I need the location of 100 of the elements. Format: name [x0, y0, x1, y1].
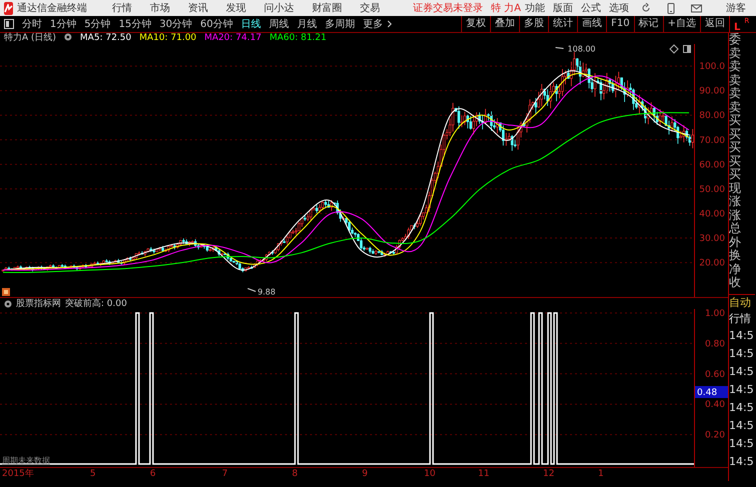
window-icon[interactable] [683, 45, 691, 53]
cursor-value-label: 0.48 [695, 386, 728, 398]
trade-time: 14:5 [729, 454, 755, 470]
price-axis-label: 50.00 [699, 184, 725, 195]
phone-icon[interactable] [667, 2, 676, 14]
menu-item[interactable]: 发现 [217, 0, 255, 16]
price-axis-label: 90.00 [699, 86, 725, 97]
trade-time: 14:5 [729, 418, 755, 434]
quote-field-label: 总 [729, 222, 742, 236]
ma-value: MA10: 71.00 [139, 33, 196, 44]
gear-icon[interactable] [4, 300, 12, 308]
ma-value: MA20: 74.17 [204, 33, 262, 44]
period-tab[interactable]: 日线 [236, 16, 265, 32]
indicator-reading: 突破前高: 0.00 [65, 298, 127, 310]
period-tab[interactable]: 周线 [264, 16, 293, 32]
quote-field-label: 现 [729, 182, 742, 195]
indicator-note: 周期未来数据 [2, 456, 50, 465]
quote-field-label: 换 [729, 249, 742, 262]
menu-item[interactable]: 问小达 [255, 0, 303, 16]
mail-icon[interactable] [691, 4, 702, 12]
menu-item[interactable]: 公式 [577, 0, 606, 16]
login-status[interactable]: 证券交易未登录 [413, 0, 483, 16]
quote-field-label: 买 [729, 141, 742, 154]
menu-item[interactable]: 版面 [549, 0, 578, 16]
toolbar-button[interactable]: 画线 [577, 16, 606, 32]
indicator-axis-label: 1.00 [704, 309, 725, 319]
period-tab[interactable]: 30分钟 [155, 16, 196, 32]
gear-icon[interactable] [64, 33, 72, 41]
toolbar-button[interactable]: 复权 [461, 16, 490, 32]
toolbar-button[interactable]: 多股 [519, 16, 548, 32]
quote-field-label: 卖 [729, 87, 742, 100]
panel-toggle-icon[interactable] [4, 19, 14, 29]
toolbar-button[interactable]: +自选 [662, 16, 700, 32]
price-axis-label: 80.00 [699, 111, 725, 122]
quote-field-label: 涨 [729, 195, 742, 208]
toolbar-button[interactable]: 标记 [634, 16, 663, 32]
toolbar-button[interactable]: 返回 [700, 16, 729, 32]
price-axis-label: 20.00 [699, 258, 725, 269]
date-axis-label: 6 [150, 468, 156, 481]
indicator-axis-label: 0.20 [704, 430, 725, 441]
quote-field-label: 买 [729, 154, 742, 168]
period-tab[interactable]: 月线 [292, 16, 321, 32]
quote-mode-label: 行情 [729, 310, 752, 326]
period-tab[interactable]: 多周期 [320, 16, 359, 32]
period-tab[interactable]: 更多 [358, 16, 387, 32]
date-axis-label: 1 [598, 468, 604, 481]
quote-field-label: 卖 [729, 100, 742, 114]
indicator-axis-label: 0.60 [704, 370, 725, 380]
stock-name: 特 力A [491, 2, 522, 16]
ma-value: MA60: 81.21 [269, 33, 326, 44]
date-axis-label: 8 [292, 468, 298, 481]
date-axis-label: 10 [424, 468, 436, 481]
diamond-icon[interactable] [669, 44, 679, 54]
toolbar-button[interactable]: 统计 [548, 16, 578, 32]
price-axis-label: 40.00 [699, 209, 725, 220]
price-axis-label: 60.00 [699, 160, 725, 170]
price-axis-label: 70.00 [699, 136, 725, 146]
indicator-axis-label: 0.40 [704, 400, 725, 410]
refresh-icon[interactable] [641, 3, 652, 13]
ma-value: MA5: 72.50 [80, 33, 132, 44]
date-axis-label: 11 [478, 468, 490, 481]
indicator-title: 股票指标网 [16, 298, 61, 310]
quote-field-label: 委 [729, 33, 742, 46]
menu-item[interactable]: 选项 [605, 0, 634, 16]
app-logo-icon [4, 2, 13, 14]
period-tab[interactable]: 1分钟 [46, 16, 80, 32]
menu-item[interactable]: 行情 [103, 0, 141, 16]
trade-time: 14:5 [729, 382, 755, 398]
quote-field-label: 外 [729, 236, 742, 249]
date-axis-label: 2015年 [2, 468, 34, 481]
chart-title: 特力A (日线) [4, 33, 56, 44]
date-axis-label: 9 [362, 468, 368, 481]
quote-field-label: 净 [729, 262, 742, 276]
quote-field-label: 涨 [729, 208, 742, 222]
period-tab[interactable]: 5分钟 [80, 16, 115, 32]
menu-item[interactable]: 功能 [521, 0, 550, 16]
date-axis-label: 12 [543, 468, 554, 481]
date-axis-label: 7 [222, 468, 228, 481]
period-tab[interactable]: 15分钟 [114, 16, 156, 32]
toolbar-button[interactable]: 叠加 [490, 16, 520, 32]
chevron-right-icon[interactable] [386, 20, 392, 28]
quote-field-label: 卖 [729, 74, 742, 87]
app-title: 通达信金融终端 [17, 2, 87, 16]
trade-time: 14:5 [729, 364, 755, 380]
quote-field-label: 卖 [729, 60, 742, 74]
corner-mark: L [734, 22, 740, 32]
period-tab[interactable]: 60分钟 [196, 16, 237, 32]
trade-time: 14:5 [729, 436, 755, 452]
trade-time: 14:5 [729, 328, 755, 344]
quote-field-label: 收 [729, 276, 742, 290]
menu-item[interactable]: 交易 [351, 0, 389, 16]
user-name[interactable]: 游客 [726, 0, 746, 16]
toolbar-button[interactable]: F10 [606, 16, 634, 32]
menu-item[interactable]: 市场 [141, 0, 179, 16]
indicator-axis-label: 0.80 [704, 339, 725, 350]
menu-item[interactable]: 资讯 [179, 0, 217, 16]
quote-field-label: 买 [729, 168, 742, 182]
menu-item[interactable]: 财富圈 [303, 0, 351, 16]
quote-field-label: 买 [729, 128, 742, 141]
period-tab[interactable]: 分时 [18, 16, 46, 32]
